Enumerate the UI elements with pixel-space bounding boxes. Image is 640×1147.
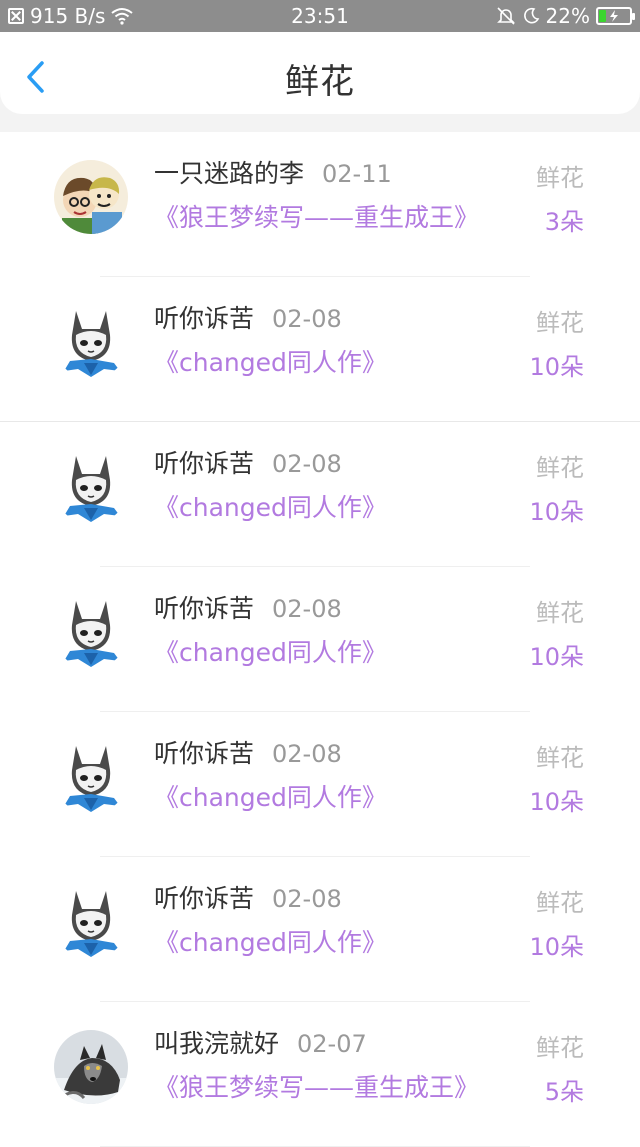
mute-bell-icon	[496, 7, 515, 25]
header-area: 鲜花	[0, 32, 640, 132]
gift-date: 02-08	[272, 450, 342, 478]
gift-count: 10朵	[529, 643, 584, 671]
book-title-link[interactable]: 《狼王梦续写——重生成王》	[154, 198, 479, 234]
moon-icon	[523, 7, 539, 24]
header-bar: 鲜花	[0, 32, 640, 114]
avatar[interactable]	[54, 740, 128, 814]
gift-date: 02-08	[272, 595, 342, 623]
user-name[interactable]: 叫我浣就好	[154, 1024, 279, 1060]
list-item[interactable]: 叫我浣就好 02-07 《狼王梦续写——重生成王》 鲜花 5朵	[0, 1002, 640, 1147]
list-item[interactable]: 听你诉苦 02-08 《changed同人作》 鲜花 10朵	[0, 567, 640, 712]
list-item[interactable]: 听你诉苦 02-08 《changed同人作》 鲜花 10朵	[0, 712, 640, 857]
name-line: 叫我浣就好 02-07	[154, 1024, 367, 1064]
gift-count: 10朵	[529, 933, 584, 961]
gift-count: 10朵	[529, 498, 584, 526]
gift-type: 鲜花	[536, 1034, 584, 1062]
gift-type: 鲜花	[536, 889, 584, 917]
gift-date: 02-08	[272, 305, 342, 333]
gift-count: 10朵	[529, 353, 584, 381]
book-title-link[interactable]: 《changed同人作》	[154, 923, 387, 959]
name-line: 听你诉苦 02-08	[154, 444, 342, 484]
gift-type: 鲜花	[536, 164, 584, 192]
page-title: 鲜花	[285, 62, 355, 102]
book-title-link[interactable]: 《changed同人作》	[154, 778, 387, 814]
gift-type: 鲜花	[536, 309, 584, 337]
book-title-link[interactable]: 《changed同人作》	[154, 343, 387, 379]
gift-count: 5朵	[544, 1078, 584, 1106]
name-line: 听你诉苦 02-08	[154, 589, 342, 629]
gift-type: 鲜花	[536, 744, 584, 772]
user-name[interactable]: 听你诉苦	[154, 589, 254, 625]
name-line: 听你诉苦 02-08	[154, 734, 342, 774]
avatar[interactable]	[54, 885, 128, 959]
battery-charging-icon	[596, 7, 635, 25]
avatar[interactable]	[54, 595, 128, 669]
list-item[interactable]: 听你诉苦 02-08 《changed同人作》 鲜花 10朵	[0, 857, 640, 1002]
list-item[interactable]: 听你诉苦 02-08 《changed同人作》 鲜花 10朵	[0, 277, 640, 422]
book-title-link[interactable]: 《狼王梦续写——重生成王》	[154, 1068, 479, 1104]
user-name[interactable]: 听你诉苦	[154, 734, 254, 770]
gift-date: 02-08	[272, 885, 342, 913]
user-name[interactable]: 听你诉苦	[154, 444, 254, 480]
user-name[interactable]: 一只迷路的李	[154, 154, 304, 190]
avatar[interactable]	[54, 160, 128, 234]
list-item[interactable]: 一只迷路的李 02-11 《狼王梦续写——重生成王》 鲜花 3朵	[0, 132, 640, 277]
book-title-link[interactable]: 《changed同人作》	[154, 488, 387, 524]
status-bar: 915 B/s 23:51 22%	[0, 0, 640, 32]
user-name[interactable]: 听你诉苦	[154, 299, 254, 335]
gift-count: 10朵	[529, 788, 584, 816]
list-item[interactable]: 听你诉苦 02-08 《changed同人作》 鲜花 10朵	[0, 422, 640, 567]
name-line: 听你诉苦 02-08	[154, 879, 342, 919]
avatar[interactable]	[54, 450, 128, 524]
avatar[interactable]	[54, 305, 128, 379]
gift-date: 02-11	[322, 160, 392, 188]
gift-date: 02-07	[297, 1030, 367, 1058]
gift-count: 3朵	[544, 208, 584, 236]
battery-percent: 22%	[545, 4, 590, 28]
gift-type: 鲜花	[536, 454, 584, 482]
gift-list: 一只迷路的李 02-11 《狼王梦续写——重生成王》 鲜花 3朵 听你诉苦 02-08 《c…	[0, 132, 640, 1147]
name-line: 听你诉苦 02-08	[154, 299, 342, 339]
gift-date: 02-08	[272, 740, 342, 768]
user-name[interactable]: 听你诉苦	[154, 879, 254, 915]
gift-type: 鲜花	[536, 599, 584, 627]
book-title-link[interactable]: 《changed同人作》	[154, 633, 387, 669]
name-line: 一只迷路的李 02-11	[154, 154, 392, 194]
avatar[interactable]	[54, 1030, 128, 1104]
